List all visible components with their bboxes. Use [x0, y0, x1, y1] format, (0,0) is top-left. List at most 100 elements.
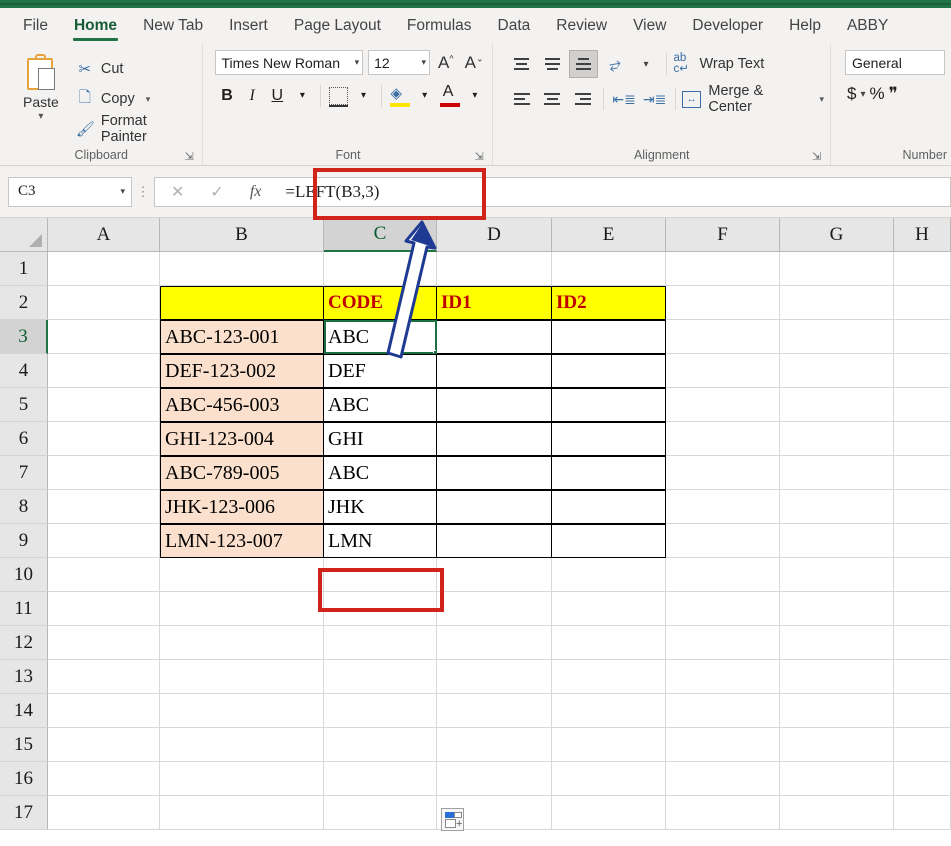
name-box[interactable]: C3 ▾ [8, 176, 132, 207]
cell-f11[interactable] [666, 592, 780, 626]
cell-b14[interactable] [160, 694, 324, 728]
tab-view[interactable]: View [620, 8, 679, 44]
row-header-1[interactable]: 1 [0, 252, 48, 286]
font-dialog-launcher-icon[interactable]: ⇲ [474, 151, 486, 163]
cell-g2[interactable] [780, 286, 894, 320]
cell-b11[interactable] [160, 592, 324, 626]
clipboard-dialog-launcher-icon[interactable]: ⇲ [184, 151, 196, 163]
cell-b4[interactable]: DEF-123-002 [160, 354, 324, 388]
column-header-g[interactable]: G [780, 218, 894, 252]
tab-file[interactable]: File [10, 8, 61, 44]
cell-f1[interactable] [666, 252, 780, 286]
borders-button[interactable] [327, 82, 350, 109]
cell-c3[interactable]: ABC [324, 320, 437, 354]
cell-c17[interactable] [324, 796, 437, 830]
cell-a11[interactable] [48, 592, 160, 626]
cell-g7[interactable] [780, 456, 894, 490]
chevron-down-icon[interactable]: ▾ [819, 94, 824, 105]
cell-b1[interactable] [160, 252, 324, 286]
font-name-input[interactable]: Times New Roman ▾ [215, 50, 364, 75]
row-header-8[interactable]: 8 [0, 490, 48, 524]
row-header-13[interactable]: 13 [0, 660, 48, 694]
chevron-down-icon[interactable]: ▾ [120, 186, 125, 197]
row-header-15[interactable]: 15 [0, 728, 48, 762]
insert-function-button[interactable]: fx [250, 183, 262, 201]
cell-h12[interactable] [894, 626, 951, 660]
cell-a5[interactable] [48, 388, 160, 422]
orientation-button[interactable]: ⥂ [600, 50, 629, 78]
font-color-button[interactable]: A [438, 82, 461, 109]
cell-d16[interactable] [437, 762, 552, 796]
cell-a2[interactable] [48, 286, 160, 320]
percent-button[interactable]: % [870, 84, 885, 104]
cell-c2[interactable]: CODE [324, 286, 437, 320]
italic-button[interactable]: I [241, 82, 264, 109]
column-header-a[interactable]: A [48, 218, 160, 252]
formula-bar-handle[interactable]: ⋮ [132, 185, 154, 198]
row-header-17[interactable]: 17 [0, 796, 48, 830]
cell-e4[interactable] [552, 354, 666, 388]
cell-d5[interactable] [437, 388, 552, 422]
tab-data[interactable]: Data [485, 8, 544, 44]
wrap-text-button[interactable]: ab c↵ Wrap Text [673, 50, 764, 78]
cell-c11[interactable] [324, 592, 437, 626]
cell-d3[interactable] [437, 320, 552, 354]
cell-c14[interactable] [324, 694, 437, 728]
decrease-indent-button[interactable]: ⇤≣ [610, 85, 638, 113]
cell-f5[interactable] [666, 388, 780, 422]
row-header-3[interactable]: 3 [0, 320, 48, 354]
cell-h16[interactable] [894, 762, 951, 796]
row-header-9[interactable]: 9 [0, 524, 48, 558]
cell-f13[interactable] [666, 660, 780, 694]
cell-g4[interactable] [780, 354, 894, 388]
cell-e13[interactable] [552, 660, 666, 694]
cell-d7[interactable] [437, 456, 552, 490]
cell-e14[interactable] [552, 694, 666, 728]
cell-h11[interactable] [894, 592, 951, 626]
align-right-button[interactable] [568, 85, 596, 113]
cell-h3[interactable] [894, 320, 951, 354]
cell-e3[interactable] [552, 320, 666, 354]
column-header-h[interactable]: H [894, 218, 951, 252]
cell-e8[interactable] [552, 490, 666, 524]
cell-f4[interactable] [666, 354, 780, 388]
cell-b13[interactable] [160, 660, 324, 694]
cell-e1[interactable] [552, 252, 666, 286]
cell-b2[interactable] [160, 286, 324, 320]
cell-a17[interactable] [48, 796, 160, 830]
cell-c10[interactable] [324, 558, 437, 592]
cell-e10[interactable] [552, 558, 666, 592]
cell-a4[interactable] [48, 354, 160, 388]
cell-b15[interactable] [160, 728, 324, 762]
cell-d11[interactable] [437, 592, 552, 626]
cell-g1[interactable] [780, 252, 894, 286]
row-header-12[interactable]: 12 [0, 626, 48, 660]
chevron-down-icon[interactable]: ▾ [146, 94, 151, 105]
cell-d15[interactable] [437, 728, 552, 762]
tab-insert[interactable]: Insert [216, 8, 281, 44]
cell-c6[interactable]: GHI [324, 422, 437, 456]
align-left-button[interactable] [507, 85, 535, 113]
cell-g12[interactable] [780, 626, 894, 660]
row-header-10[interactable]: 10 [0, 558, 48, 592]
cell-e6[interactable] [552, 422, 666, 456]
cell-f17[interactable] [666, 796, 780, 830]
fill-color-chevron-down-icon[interactable]: ▾ [413, 82, 436, 109]
cell-c4[interactable]: DEF [324, 354, 437, 388]
cell-b16[interactable] [160, 762, 324, 796]
row-header-4[interactable]: 4 [0, 354, 48, 388]
cell-a7[interactable] [48, 456, 160, 490]
column-header-f[interactable]: F [666, 218, 780, 252]
cell-e15[interactable] [552, 728, 666, 762]
cancel-formula-button[interactable]: ✕ [171, 182, 184, 202]
alignment-dialog-launcher-icon[interactable]: ⇲ [812, 151, 824, 163]
cell-d1[interactable] [437, 252, 552, 286]
cell-g6[interactable] [780, 422, 894, 456]
cell-a3[interactable] [48, 320, 160, 354]
cell-g5[interactable] [780, 388, 894, 422]
cell-g11[interactable] [780, 592, 894, 626]
cell-g8[interactable] [780, 490, 894, 524]
cell-h15[interactable] [894, 728, 951, 762]
cell-c1[interactable] [324, 252, 437, 286]
cell-b17[interactable] [160, 796, 324, 830]
